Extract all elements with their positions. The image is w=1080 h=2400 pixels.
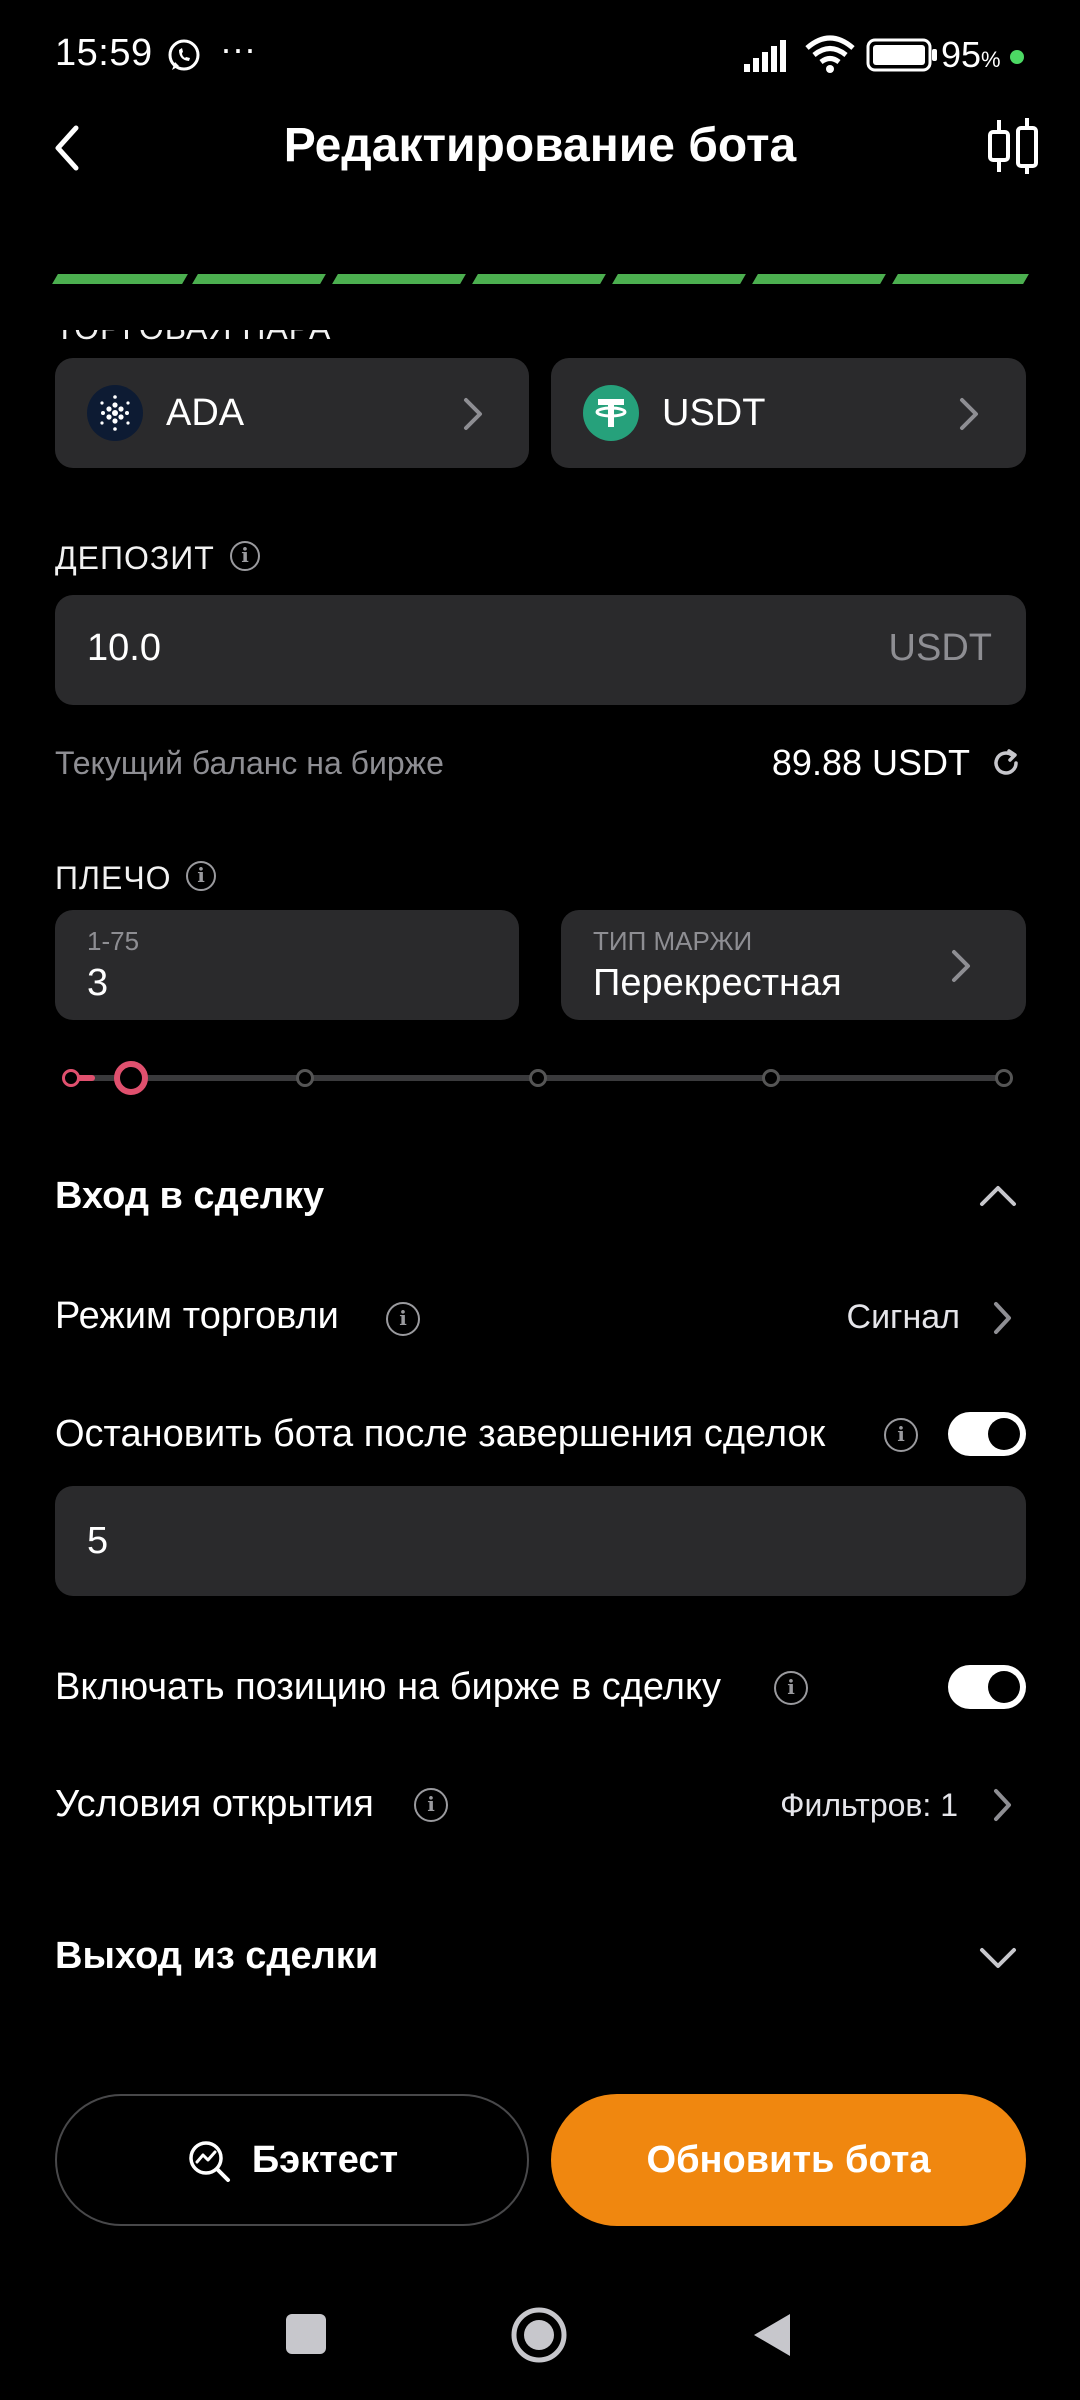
leverage-info-icon[interactable]: i bbox=[186, 861, 216, 891]
chevron-right-icon bbox=[464, 398, 482, 430]
toggle-knob bbox=[988, 1671, 1020, 1703]
stop-after-count-value: 5 bbox=[87, 1520, 109, 1562]
status-time: 15:59 bbox=[55, 32, 153, 74]
home-icon[interactable] bbox=[510, 2306, 568, 2364]
trade-mode-value[interactable]: Сигнал bbox=[847, 1298, 960, 1337]
margin-type-selector[interactable]: ТИП МАРЖИ Перекрестная bbox=[561, 910, 1026, 1020]
open-conditions-info-icon[interactable]: i bbox=[414, 1788, 448, 1822]
margin-type-label: ТИП МАРЖИ bbox=[593, 926, 753, 956]
update-bot-button[interactable]: Обновить бота bbox=[551, 2094, 1026, 2226]
progress-step bbox=[192, 274, 326, 284]
include-position-toggle[interactable] bbox=[948, 1665, 1026, 1709]
page-title: Редактирование бота bbox=[283, 119, 797, 172]
battery-icon bbox=[866, 38, 937, 72]
slider-tick bbox=[529, 1069, 547, 1087]
recent-apps-icon[interactable] bbox=[286, 2314, 326, 2354]
tether-icon bbox=[583, 385, 639, 441]
leverage-label: ПЛЕЧО bbox=[55, 860, 172, 896]
stop-after-info-icon[interactable]: i bbox=[884, 1418, 918, 1452]
progress-step bbox=[332, 274, 466, 284]
open-conditions-value[interactable]: Фильтров: 1 bbox=[780, 1787, 958, 1824]
base-asset-selector[interactable]: ADA bbox=[55, 358, 529, 468]
slider-tick bbox=[762, 1069, 780, 1087]
deposit-unit: USDT bbox=[888, 627, 992, 669]
chevron-down-icon[interactable] bbox=[978, 1944, 1018, 1974]
trade-mode-info-icon[interactable]: i bbox=[386, 1302, 420, 1336]
battery-percent: 95% bbox=[941, 34, 1001, 75]
exit-section-title: Выход из сделки bbox=[55, 1935, 379, 1977]
progress-step bbox=[892, 274, 1029, 284]
include-position-info-icon[interactable]: i bbox=[774, 1671, 808, 1705]
deposit-info-icon[interactable]: i bbox=[230, 541, 260, 571]
trading-pair-label: ТОРГОВАЯ ПАРА bbox=[55, 330, 331, 347]
chevron-right-icon[interactable] bbox=[990, 1300, 1016, 1336]
more-notifications-icon: ··· bbox=[220, 28, 256, 69]
leverage-input[interactable]: 1-75 3 bbox=[55, 910, 519, 1020]
include-position-label: Включать позицию на бирже в сделку bbox=[55, 1666, 722, 1708]
stop-after-toggle[interactable] bbox=[948, 1412, 1026, 1456]
leverage-value: 3 bbox=[87, 962, 109, 1004]
progress-step bbox=[752, 274, 886, 284]
leverage-range-hint: 1-75 bbox=[87, 926, 140, 956]
trading-pair-label-clip: ТОРГОВАЯ ПАРА bbox=[55, 330, 1026, 356]
open-conditions-label: Условия открытия bbox=[55, 1783, 374, 1825]
stop-after-label: Остановить бота после завершения сделок bbox=[55, 1413, 826, 1455]
base-asset-label: ADA bbox=[166, 392, 245, 434]
chevron-right-icon bbox=[952, 950, 970, 982]
whatsapp-icon bbox=[168, 39, 200, 71]
quote-asset-label: USDT bbox=[662, 392, 766, 434]
balance-label: Текущий баланс на бирже bbox=[55, 745, 444, 781]
update-bot-label: Обновить бота bbox=[646, 2138, 931, 2181]
slider-tick bbox=[995, 1069, 1013, 1087]
deposit-label: ДЕПОЗИТ bbox=[55, 540, 215, 576]
chevron-up-icon[interactable] bbox=[978, 1180, 1018, 1210]
refresh-icon[interactable] bbox=[990, 747, 1022, 779]
status-bar: 15:59 ··· 95% bbox=[0, 0, 1080, 110]
backtest-label: Бэктест bbox=[251, 2138, 399, 2181]
backtest-button[interactable]: Бэктест bbox=[55, 2094, 529, 2226]
deposit-input[interactable]: 10.0 USDT bbox=[55, 595, 1026, 705]
backtest-icon bbox=[189, 2141, 230, 2182]
back-nav-icon[interactable] bbox=[750, 2310, 794, 2360]
signal-icon bbox=[744, 40, 786, 72]
progress-step bbox=[612, 274, 746, 284]
progress-step bbox=[52, 274, 188, 284]
slider-min-dot bbox=[62, 1069, 80, 1087]
balance-value: 89.88 USDT bbox=[771, 742, 970, 783]
stop-after-count-input[interactable]: 5 bbox=[55, 1486, 1026, 1596]
wifi-icon bbox=[805, 35, 855, 73]
deposit-value: 10.0 bbox=[87, 627, 161, 669]
cardano-icon bbox=[87, 385, 143, 441]
toggle-knob bbox=[988, 1418, 1020, 1450]
progress-step bbox=[472, 274, 606, 284]
leverage-slider[interactable] bbox=[60, 1058, 1020, 1098]
slider-thumb[interactable] bbox=[114, 1061, 149, 1095]
chevron-right-icon[interactable] bbox=[990, 1787, 1016, 1823]
quote-asset-selector[interactable]: USDT bbox=[551, 358, 1026, 468]
margin-type-value: Перекрестная bbox=[593, 962, 842, 1004]
candlestick-chart-icon[interactable] bbox=[985, 116, 1041, 176]
steps-progress bbox=[52, 274, 1029, 284]
charging-dot bbox=[1010, 50, 1024, 64]
trade-mode-label: Режим торговли bbox=[55, 1295, 339, 1337]
slider-tick bbox=[296, 1069, 314, 1087]
chevron-right-icon bbox=[960, 398, 978, 430]
entry-section-title: Вход в сделку bbox=[55, 1175, 325, 1217]
